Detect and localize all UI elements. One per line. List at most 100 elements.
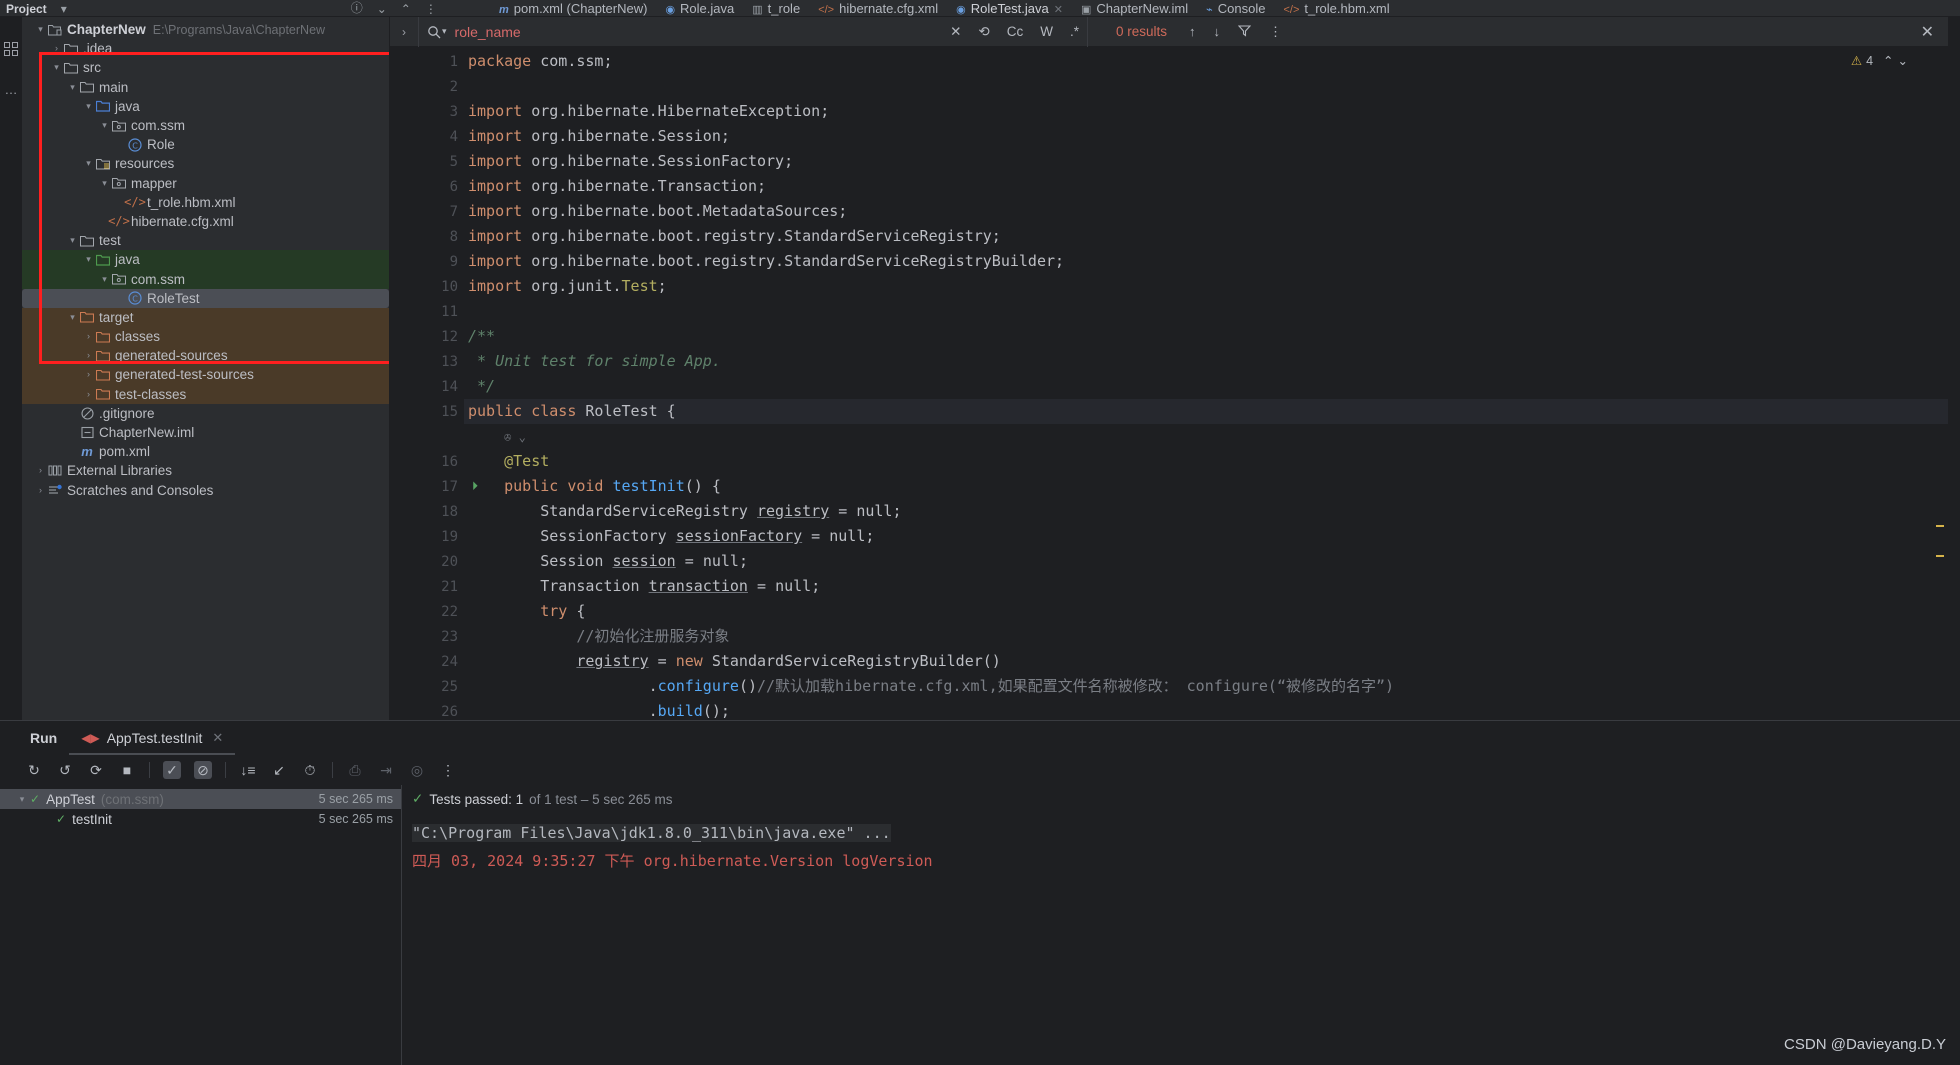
gutter-line[interactable]: 23	[390, 624, 464, 649]
editor-tab-chapternew-iml[interactable]: ▣ ChapterNew.iml	[1072, 0, 1197, 17]
tree-item-com-ssm[interactable]: ▾ com.ssm	[22, 116, 389, 135]
more-tools-icon[interactable]: …	[3, 81, 19, 97]
chevron-down-icon[interactable]: ▾	[82, 159, 95, 168]
chevron-right-icon[interactable]: ›	[82, 351, 95, 360]
gutter-line[interactable]: 18	[390, 499, 464, 524]
editor-gutter[interactable]: 123456789101112131415⏵⏵1617⏵181920212223…	[390, 47, 478, 720]
expand-all-icon[interactable]: ⌃	[401, 2, 411, 16]
chevron-right-icon[interactable]: ›	[34, 485, 47, 495]
chevron-right-icon[interactable]: ›	[34, 466, 47, 475]
close-find-icon[interactable]: ✕	[1921, 22, 1934, 42]
tree-item-target[interactable]: ▾ target	[22, 307, 389, 327]
gutter-line[interactable]: 9	[390, 249, 464, 274]
match-case-toggle[interactable]: Cc	[1007, 24, 1024, 39]
gutter-line[interactable]: 4	[390, 124, 464, 149]
tree-item-t-role-hbm-xml[interactable]: </> t_role.hbm.xml	[22, 193, 389, 212]
code-line[interactable]: import org.junit.Test;	[464, 274, 1948, 299]
tree-item-idea[interactable]: › .idea	[22, 39, 389, 58]
gutter-line[interactable]: 22	[390, 599, 464, 624]
code-line[interactable]: ✇ ⌄	[464, 424, 1948, 449]
code-line[interactable]: */	[464, 374, 1948, 399]
gutter-line[interactable]: 25	[390, 674, 464, 699]
chevron-down-icon[interactable]: ▾	[61, 2, 67, 16]
code-line[interactable]: Session session = null;	[464, 549, 1948, 574]
chevron-down-icon[interactable]: ▾	[98, 121, 111, 130]
show-ignored-icon[interactable]: ⊘	[194, 761, 212, 779]
gutter-line[interactable]: 2	[390, 74, 464, 99]
chevron-down-icon[interactable]: ▾	[34, 25, 47, 34]
search-history-icon[interactable]: ⟲	[978, 24, 989, 40]
chevron-down-icon[interactable]: ▾	[50, 63, 63, 72]
project-header-window-tools[interactable]: Project ▾ ⓘ ⌄ ⌃ ⋮	[0, 0, 437, 16]
gutter-line[interactable]: 7	[390, 199, 464, 224]
gutter-line[interactable]: 5	[390, 149, 464, 174]
run-configuration-tab[interactable]: ◀▶ AppTest.testInit ✕	[69, 721, 236, 755]
test-results-tree[interactable]: ▾ ✓ AppTest (com.ssm) 5 sec 265 ms ✓ testInit 5…	[0, 785, 402, 1065]
code-line[interactable]: public class RoleTest {	[464, 399, 1948, 424]
code-line[interactable]: registry = new StandardServiceRegistryBu…	[464, 649, 1948, 674]
gutter-line[interactable]: 3	[390, 99, 464, 124]
export-icon[interactable]: ⎙	[346, 761, 364, 779]
chevron-right-icon[interactable]: ›	[390, 25, 418, 39]
gutter-line[interactable]	[390, 424, 464, 449]
code-editor[interactable]: 123456789101112131415⏵⏵1617⏵181920212223…	[390, 47, 1948, 720]
rerun-icon[interactable]: ↻	[25, 761, 43, 779]
gutter-line[interactable]: 10	[390, 274, 464, 299]
test-result-row[interactable]: ✓ testInit 5 sec 265 ms	[0, 809, 401, 829]
code-line[interactable]: try {	[464, 599, 1948, 624]
run-tool-window[interactable]: Run ◀▶ AppTest.testInit ✕ ↻ ↺ ⟳ ■ ✓ ⊘ ↓≡ ↙ ⏱ ⎙ ⇥ ◎ ⋮…	[0, 720, 1960, 1065]
import-icon[interactable]: ⇥	[377, 761, 395, 779]
gutter-line[interactable]: 24	[390, 649, 464, 674]
run-toolbar[interactable]: ↻ ↺ ⟳ ■ ✓ ⊘ ↓≡ ↙ ⏱ ⎙ ⇥ ◎ ⋮	[0, 755, 1960, 785]
prev-match-icon[interactable]: ↑	[1189, 24, 1196, 39]
run-tab-bar[interactable]: Run ◀▶ AppTest.testInit ✕	[0, 721, 1960, 755]
chevron-down-icon[interactable]: ▾	[66, 312, 79, 322]
gutter-line[interactable]: 14	[390, 374, 464, 399]
chevron-right-icon[interactable]: ›	[82, 389, 95, 399]
tree-item-gitignore[interactable]: .gitignore	[22, 404, 389, 423]
code-line[interactable]	[464, 299, 1948, 324]
code-line[interactable]: import org.hibernate.boot.registry.Stand…	[464, 224, 1948, 249]
tree-item-pom-xml[interactable]: m pom.xml	[22, 442, 389, 461]
tree-item-resources[interactable]: ▾ resources	[22, 154, 389, 173]
gutter-line[interactable]: 6	[390, 174, 464, 199]
tree-item-chapternew[interactable]: ▾ ChapterNew E:\Programs\Java\ChapterNew	[22, 20, 389, 39]
code-line[interactable]: import org.hibernate.boot.registry.Stand…	[464, 249, 1948, 274]
chevron-down-icon[interactable]: ▾	[66, 236, 79, 245]
code-line[interactable]: /**	[464, 324, 1948, 349]
gutter-line[interactable]: 1	[390, 49, 464, 74]
code-line[interactable]: import org.hibernate.SessionFactory;	[464, 149, 1948, 174]
show-passed-icon[interactable]: ✓	[163, 761, 181, 779]
close-tab-icon[interactable]: ✕	[1054, 3, 1063, 16]
help-icon[interactable]: ⓘ	[351, 0, 363, 16]
editor-tab-console[interactable]: ⌁ Console	[1197, 0, 1274, 17]
editor-tab-t-role[interactable]: ▥ t_role	[743, 0, 809, 17]
clear-search-icon[interactable]: ✕	[950, 24, 961, 40]
chevron-right-icon[interactable]: ›	[82, 332, 95, 341]
coverage-icon[interactable]: ◎	[408, 761, 426, 779]
tree-item-chapternew-iml[interactable]: ChapterNew.iml	[22, 423, 389, 442]
next-problem-icon[interactable]: ⌄	[1898, 53, 1908, 68]
tree-item-scratches-and-consoles[interactable]: › Scratches and Consoles	[22, 481, 389, 500]
code-content[interactable]: package com.ssm; import org.hibernate.Hi…	[464, 47, 1948, 720]
chevron-down-icon[interactable]: ▾	[82, 101, 95, 111]
gutter-line[interactable]: 8	[390, 224, 464, 249]
code-line[interactable]: .build();	[464, 699, 1948, 720]
editor-scroll-markers[interactable]	[1936, 47, 1948, 720]
rerun-failed-icon[interactable]: ↺	[56, 761, 74, 779]
gutter-line[interactable]: 20	[390, 549, 464, 574]
prev-problem-icon[interactable]: ⌃	[1883, 53, 1893, 68]
tree-item-test-classes[interactable]: › test-classes	[22, 384, 389, 404]
tab-list[interactable]: m pom.xml (ChapterNew) ◉ Role.java ▥ t_role </…	[490, 0, 1399, 17]
chevron-down-icon[interactable]: ▾	[82, 255, 95, 264]
editor-tab-hibernate-cfg-xml[interactable]: </> hibernate.cfg.xml	[809, 0, 947, 17]
search-icon[interactable]: ▾	[427, 25, 447, 39]
code-line[interactable]: Transaction transaction = null;	[464, 574, 1948, 599]
code-line[interactable]: public void testInit() {	[464, 474, 1948, 499]
chevron-down-icon[interactable]: ▾	[98, 178, 111, 188]
code-line[interactable]: StandardServiceRegistry registry = null;	[464, 499, 1948, 524]
code-line[interactable]: import org.hibernate.boot.MetadataSource…	[464, 199, 1948, 224]
code-line[interactable]: * Unit test for simple App.	[464, 349, 1948, 374]
code-line[interactable]: import org.hibernate.Transaction;	[464, 174, 1948, 199]
more-options-icon[interactable]: ⋮	[439, 761, 457, 779]
